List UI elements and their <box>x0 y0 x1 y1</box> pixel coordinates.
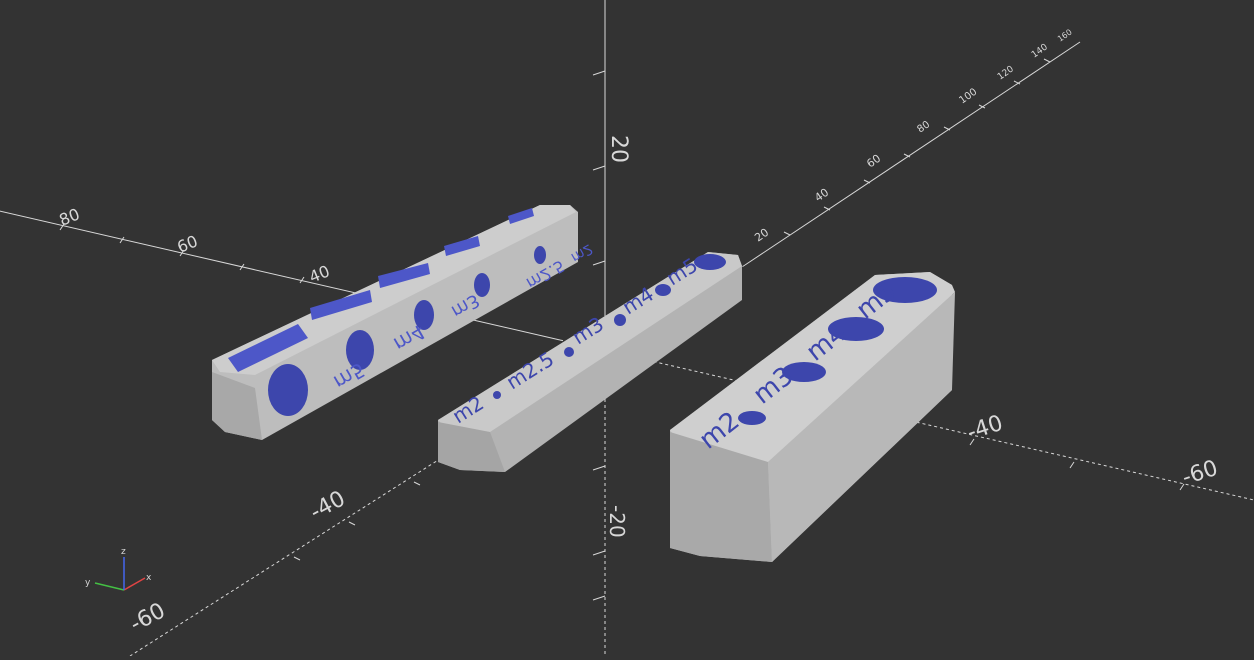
3d-viewport[interactable]: 80 60 40 -40 -60 -40 -60 20 40 60 80 100… <box>0 0 1254 657</box>
y-axis-label-160: 160 <box>1056 28 1074 44</box>
y-axis-label-120: 120 <box>996 64 1016 82</box>
x-axis-label-neg60: -60 <box>1179 456 1221 491</box>
y-axis-label-100: 100 <box>957 86 979 106</box>
y-axis-label-neg40: -40 <box>306 486 349 525</box>
y-axis-label-80: 80 <box>915 119 932 135</box>
x-axis-label-80: 80 <box>56 204 82 229</box>
gizmo-y-label: y <box>85 578 91 588</box>
y-axis-label-140: 140 <box>1030 42 1050 60</box>
viewport-canvas[interactable]: 80 60 40 -40 -60 -40 -60 20 40 60 80 100… <box>0 0 1254 657</box>
y-axis-label-40: 40 <box>812 186 831 205</box>
x-axis-label-60: 60 <box>174 231 200 256</box>
z-axis-label-neg20: -20 <box>605 505 629 538</box>
gizmo-z-label: z <box>121 547 126 557</box>
z-axis-label-20: 20 <box>606 135 631 163</box>
y-axis-label-20: 20 <box>752 226 771 245</box>
y-axis-label-60: 60 <box>864 152 883 171</box>
x-axis-label-neg40: -40 <box>964 411 1006 446</box>
orientation-gizmo: x y z <box>85 547 152 591</box>
gizmo-x-label: x <box>146 573 152 583</box>
y-axis-label-neg60: -60 <box>126 598 169 637</box>
